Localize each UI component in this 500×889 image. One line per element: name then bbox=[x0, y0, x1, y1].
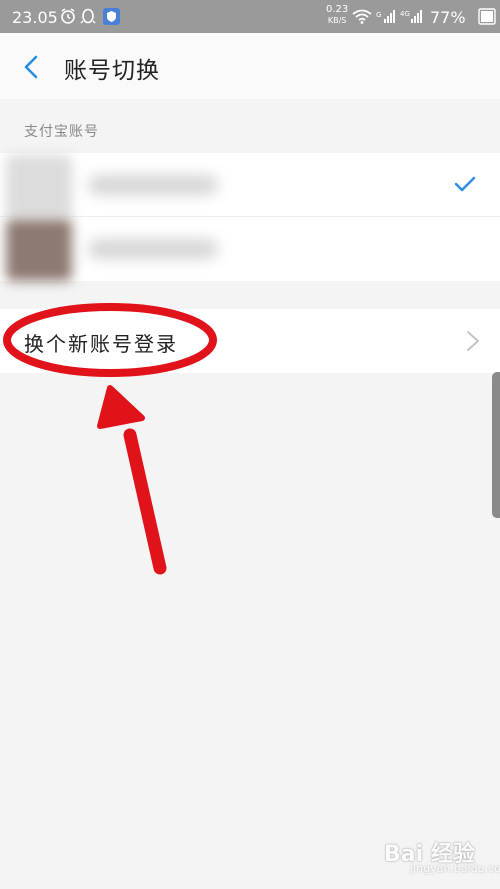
battery-icon bbox=[478, 8, 496, 25]
login-new-account-button[interactable]: 换个新账号登录 bbox=[0, 309, 500, 373]
network-speed-unit: KB/S bbox=[327, 16, 347, 25]
qq-icon bbox=[80, 8, 96, 24]
chevron-right-icon bbox=[467, 331, 479, 351]
page-title: 账号切换 bbox=[64, 58, 160, 84]
avatar bbox=[6, 219, 72, 281]
login-new-account-label: 换个新账号登录 bbox=[24, 332, 178, 356]
svg-text:4G: 4G bbox=[400, 10, 410, 18]
account-list bbox=[0, 153, 500, 281]
avatar bbox=[6, 155, 72, 217]
scroll-handle[interactable] bbox=[492, 372, 500, 518]
nav-bar: 账号切换 bbox=[0, 33, 500, 99]
status-bar: 23.05 0.23 KB/S G 4G 77% bbox=[0, 0, 500, 33]
signal-4g-icon: 4G bbox=[400, 10, 422, 23]
account-name-redacted bbox=[88, 175, 218, 195]
status-time: 23.05 bbox=[12, 8, 58, 27]
signal-icon-1: G bbox=[376, 10, 395, 23]
network-speed-value: 0.23 bbox=[326, 4, 349, 15]
wifi-icon bbox=[352, 9, 372, 24]
back-arrow-icon[interactable] bbox=[18, 53, 46, 81]
account-item-current[interactable] bbox=[0, 153, 500, 217]
annotation-arrow-head bbox=[97, 385, 145, 429]
checkmark-icon bbox=[454, 176, 476, 192]
svg-text:G: G bbox=[376, 11, 381, 19]
alarm-icon bbox=[61, 8, 75, 24]
section-label-alipay-accounts: 支付宝账号 bbox=[24, 124, 99, 140]
watermark-url: jingyan.baidu.com bbox=[410, 862, 500, 875]
annotation-arrow-shaft bbox=[123, 428, 167, 575]
security-shield-icon bbox=[103, 8, 120, 25]
account-name-redacted bbox=[88, 239, 218, 259]
battery-percent: 77% bbox=[430, 8, 466, 27]
network-speed: 0.23 KB/S bbox=[326, 4, 348, 26]
account-item-other[interactable] bbox=[0, 217, 500, 281]
